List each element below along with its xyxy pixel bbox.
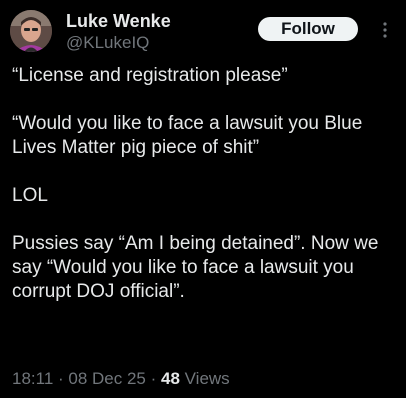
tweet-time[interactable]: 18:11 — [12, 369, 53, 388]
meta-separator: · — [53, 369, 69, 388]
views-label: Views — [179, 369, 230, 388]
tweet-paragraph: LOL — [12, 185, 48, 206]
author-avatar[interactable] — [10, 10, 52, 52]
views-count: 48 — [161, 369, 180, 388]
user-avatar-icon — [10, 10, 52, 52]
follow-button[interactable]: Follow — [258, 17, 358, 41]
tweet-text: “License and registration please” “Would… — [12, 64, 400, 304]
tweet-card: Luke Wenke @KLukeIQ Follow “License and … — [0, 0, 406, 398]
author-name[interactable]: Luke Wenke — [66, 10, 171, 32]
tweet-paragraph: “Would you like to face a lawsuit you Bl… — [12, 113, 363, 158]
author-handle[interactable]: @KLukeIQ — [66, 33, 149, 53]
meta-separator: · — [145, 369, 161, 388]
tweet-date[interactable]: 08 Dec 25 — [68, 369, 146, 388]
tweet-paragraph: “License and registration please” — [12, 65, 288, 86]
tweet-meta: 18:11 · 08 Dec 25 · 48 Views — [12, 368, 230, 390]
tweet-paragraph: Pussies say “Am I being detained”. Now w… — [12, 233, 379, 302]
more-vertical-icon[interactable] — [380, 20, 390, 40]
